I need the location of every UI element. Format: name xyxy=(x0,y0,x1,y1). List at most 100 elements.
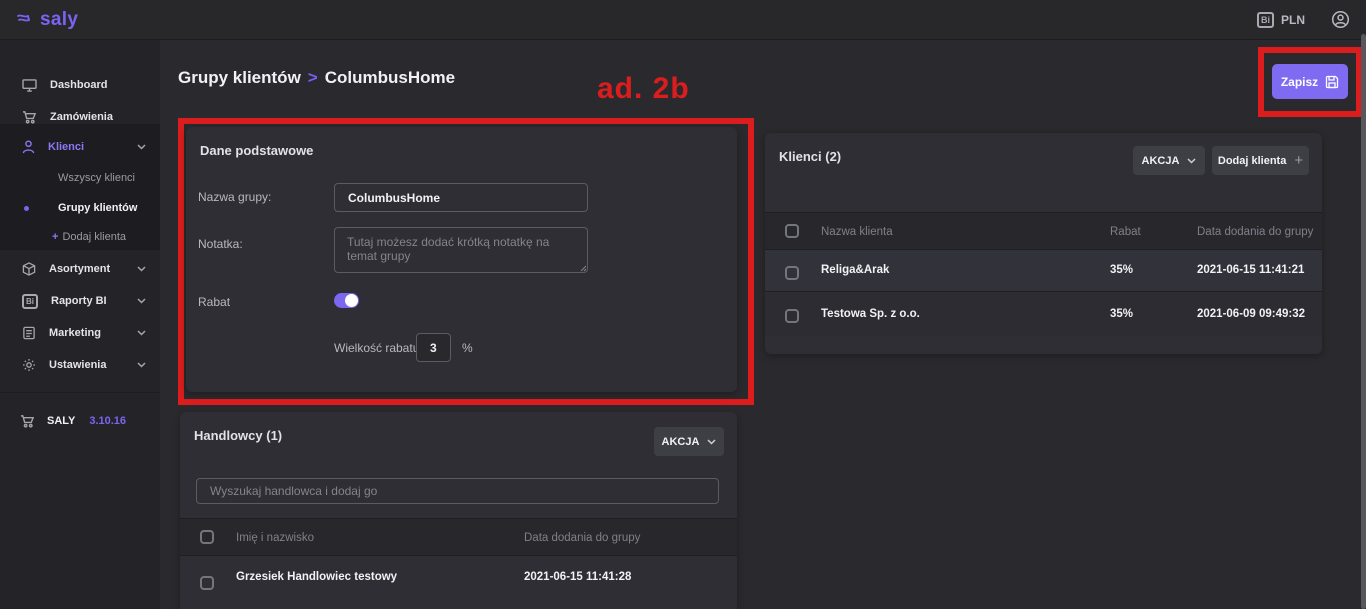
sidebar-item-clients[interactable]: Klienci xyxy=(0,134,160,160)
client-discount: 35% xyxy=(1110,264,1133,276)
note-label: Notatka: xyxy=(198,237,243,251)
note-textarea[interactable] xyxy=(334,227,588,273)
client-discount: 35% xyxy=(1110,308,1133,320)
floppy-disk-icon xyxy=(1325,75,1339,89)
chevron-down-icon xyxy=(1187,158,1196,164)
chevron-down-icon xyxy=(137,298,146,304)
document-icon xyxy=(22,326,36,340)
percent-sign: % xyxy=(462,341,473,355)
app-name: SALY xyxy=(47,415,75,427)
sidebar-divider xyxy=(0,392,160,393)
topbar: saly Bi PLN xyxy=(0,0,1366,40)
sidebar-item-add-client[interactable]: + Dodaj klienta xyxy=(0,226,160,248)
sidebar-item-settings[interactable]: Ustawienia xyxy=(0,352,160,378)
discount-label: Rabat xyxy=(198,295,230,309)
chevron-down-icon xyxy=(137,144,146,150)
toggle-knob xyxy=(345,294,358,307)
breadcrumb-parent[interactable]: Grupy klientów xyxy=(178,68,301,87)
bi-report-icon: Bi xyxy=(22,294,38,309)
discount-toggle[interactable] xyxy=(334,293,359,308)
currency-label: PLN xyxy=(1281,13,1305,27)
column-header: Imię i nazwisko xyxy=(236,532,314,544)
chevron-down-icon xyxy=(137,330,146,336)
sidebar-item-label: Zamówienia xyxy=(50,111,146,123)
salesmen-panel: Handlowcy (1) AKCJA Imię i nazwisko Data… xyxy=(180,412,737,609)
column-header: Rabat xyxy=(1110,226,1141,238)
chevron-down-icon xyxy=(137,266,146,272)
salesmen-panel-title: Handlowcy (1) xyxy=(194,428,282,443)
sidebar-item-label: Dashboard xyxy=(50,79,146,91)
cart-logo-icon xyxy=(16,11,36,29)
group-name-input[interactable] xyxy=(334,183,588,212)
clients-panel-title: Klienci (2) xyxy=(779,149,841,164)
column-header: Data dodania do grupy xyxy=(1197,226,1313,238)
plus-icon: + xyxy=(52,231,58,243)
cart-icon xyxy=(20,414,35,428)
action-button-label: AKCJA xyxy=(662,436,700,448)
add-client-label: Dodaj klienta xyxy=(1218,155,1286,167)
cube-icon xyxy=(22,262,36,276)
person-icon xyxy=(22,140,35,154)
action-button-label: AKCJA xyxy=(1142,155,1180,167)
column-header: Data dodania do grupy xyxy=(524,532,640,544)
sidebar-item-reports-bi[interactable]: Bi Raporty BI xyxy=(0,288,160,314)
client-date-added: 2021-06-15 11:41:21 xyxy=(1197,264,1304,276)
discount-value-input[interactable] xyxy=(416,333,451,362)
sidebar-item-label: Raporty BI xyxy=(51,295,124,307)
chevron-down-icon xyxy=(707,439,716,445)
sidebar-item-client-groups[interactable]: Grupy klientów xyxy=(0,197,160,219)
sidebar-item-orders[interactable]: Zamówienia xyxy=(0,104,160,130)
breadcrumb-separator: > xyxy=(308,68,318,87)
salesman-name: Grzesiek Handlowiec testowy xyxy=(236,571,397,583)
cart-icon xyxy=(22,110,37,124)
sidebar: Dashboard Zamówienia Klienci Wszyscy kli… xyxy=(0,40,160,609)
salesman-search-input[interactable] xyxy=(196,478,719,504)
client-name: Testowa Sp. z o.o. xyxy=(821,308,920,320)
table-row[interactable]: Religa&Arak 35% 2021-06-15 11:41:21 xyxy=(765,250,1322,292)
monitor-icon xyxy=(22,79,37,92)
select-all-checkbox[interactable] xyxy=(200,530,214,544)
sidebar-item-label: Klienci xyxy=(48,141,124,153)
row-checkbox[interactable] xyxy=(785,309,799,323)
column-header: Nazwa klienta xyxy=(821,226,893,238)
sidebar-item-dashboard[interactable]: Dashboard xyxy=(0,72,160,98)
clients-table-header: Nazwa klienta Rabat Data dodania do grup… xyxy=(765,212,1322,250)
currency-selector[interactable]: Bi PLN xyxy=(1257,12,1305,28)
sidebar-footer: SALY 3.10.16 xyxy=(0,408,160,434)
sidebar-item-label: Ustawienia xyxy=(49,359,124,371)
vertical-scrollbar[interactable] xyxy=(1361,34,1366,609)
breadcrumb: Grupy klientów > ColumbusHome xyxy=(178,68,455,88)
group-name-label: Nazwa grupy: xyxy=(198,190,271,204)
annotation-text: ad. 2b xyxy=(597,72,690,106)
sidebar-item-all-clients[interactable]: Wszyscy klienci xyxy=(0,167,160,189)
select-all-checkbox[interactable] xyxy=(785,224,799,238)
save-button-label: Zapisz xyxy=(1281,75,1318,89)
table-row[interactable]: Testowa Sp. z o.o. 35% 2021-06-09 09:49:… xyxy=(765,293,1322,336)
discount-size-label: Wielkość rabatu: xyxy=(334,341,423,355)
banknote-icon: Bi xyxy=(1257,12,1274,28)
account-icon[interactable] xyxy=(1331,10,1350,29)
gear-icon xyxy=(22,358,36,372)
salesmen-table-header: Imię i nazwisko Data dodania do grupy xyxy=(180,518,737,556)
row-checkbox[interactable] xyxy=(785,266,799,280)
salesmen-action-button[interactable]: AKCJA xyxy=(654,427,724,456)
card-title: Dane podstawowe xyxy=(200,143,313,158)
sidebar-item-assortment[interactable]: Asortyment xyxy=(0,256,160,282)
page-title: ColumbusHome xyxy=(325,68,455,87)
table-row[interactable]: Grzesiek Handlowiec testowy 2021-06-15 1… xyxy=(180,557,737,609)
save-button[interactable]: Zapisz xyxy=(1272,64,1348,99)
add-client-button[interactable]: Dodaj klienta + xyxy=(1212,146,1309,175)
salesman-date-added: 2021-06-15 11:41:28 xyxy=(524,571,631,583)
row-checkbox[interactable] xyxy=(200,576,214,590)
sidebar-item-label: Asortyment xyxy=(49,263,124,275)
app-logo-text: saly xyxy=(40,9,78,31)
app-logo[interactable]: saly xyxy=(16,9,78,31)
sidebar-item-label: Marketing xyxy=(49,327,124,339)
sidebar-item-marketing[interactable]: Marketing xyxy=(0,320,160,346)
chevron-down-icon xyxy=(137,362,146,368)
client-name: Religa&Arak xyxy=(821,264,889,276)
client-date-added: 2021-06-09 09:49:32 xyxy=(1197,308,1305,320)
app-version: 3.10.16 xyxy=(89,415,126,427)
clients-action-button[interactable]: AKCJA xyxy=(1133,146,1205,175)
clients-panel: Klienci (2) AKCJA Dodaj klienta + Nazwa … xyxy=(765,133,1322,354)
